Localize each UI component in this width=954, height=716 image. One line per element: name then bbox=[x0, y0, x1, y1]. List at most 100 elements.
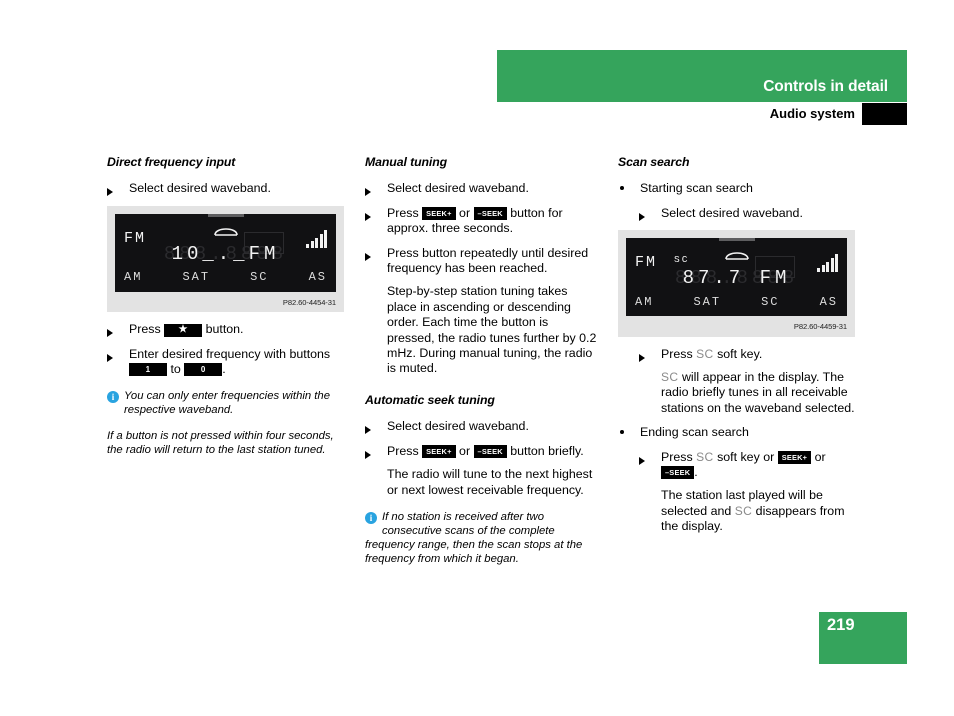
note-no-station-received: i If no station is received after two co… bbox=[365, 510, 597, 566]
seek-plus-key-cap: SEEK+ bbox=[422, 444, 456, 458]
triangle-bullet-icon bbox=[365, 246, 387, 261]
dot-bullet-icon bbox=[618, 181, 640, 196]
seek-minus-key-cap: –SEEK bbox=[473, 444, 507, 458]
column-scan-search: Scan search Starting scan search Select … bbox=[618, 155, 861, 544]
lcd-soft-key-am: AM bbox=[635, 294, 654, 309]
or-label: or bbox=[814, 449, 826, 464]
page-number: 219 bbox=[827, 616, 855, 634]
step-select-waveband: Select desired waveband. bbox=[365, 181, 597, 197]
signal-strength-icon bbox=[817, 252, 838, 273]
heading-automatic-seek-tuning: Automatic seek tuning bbox=[365, 392, 495, 407]
seek-minus-key-cap: –SEEK bbox=[473, 206, 507, 220]
step-text: Enter desired frequency with buttons 1 t… bbox=[129, 347, 347, 378]
soft-key-label: soft key. bbox=[717, 346, 763, 361]
step-enter-frequency: Enter desired frequency with buttons 1 t… bbox=[107, 347, 347, 378]
figure-scan-search-display: FM SC 888.8888 87.7 FM AM SAT SC AS P82.… bbox=[618, 230, 855, 337]
section-header-black-block bbox=[862, 103, 907, 125]
lcd-soft-key-row: AM SAT SC AS bbox=[635, 295, 838, 310]
sc-soft-key-label: SC bbox=[661, 370, 679, 385]
number-key-1-cap: 1 bbox=[129, 363, 167, 377]
lcd-scan-indicator: SC bbox=[674, 254, 690, 266]
signal-strength-icon bbox=[306, 228, 327, 248]
to-label: to bbox=[170, 362, 181, 377]
step-text: Select desired waveband. bbox=[661, 205, 803, 220]
step-press-sc-or-seek: Press SC soft key or SEEK+ or –SEEK. bbox=[639, 450, 861, 481]
bullet-starting-scan-search: Starting scan search bbox=[618, 181, 861, 196]
paragraph-text: will appear in the display. The radio br… bbox=[661, 370, 855, 415]
press-label: Press bbox=[387, 443, 419, 458]
column-direct-frequency-input: Direct frequency input Select desired wa… bbox=[107, 155, 347, 457]
figure-caption: P82.60-4459-31 bbox=[793, 322, 847, 332]
page-number-box: 219 bbox=[819, 612, 907, 664]
step-text: Press button repeatedly until desired fr… bbox=[387, 245, 589, 276]
lcd-soft-key-sc: SC bbox=[250, 270, 269, 285]
step-text: Press SC soft key or SEEK+ or –SEEK. bbox=[661, 450, 861, 481]
or-label: or bbox=[459, 443, 471, 458]
press-label: Press bbox=[387, 205, 419, 220]
info-icon: i bbox=[365, 511, 377, 525]
triangle-bullet-icon bbox=[107, 347, 129, 362]
number-key-0-cap: 0 bbox=[184, 363, 223, 377]
heading-manual-tuning: Manual tuning bbox=[365, 155, 448, 169]
step-press-seek-briefly: Press SEEK+ or –SEEK button briefly. bbox=[365, 444, 597, 459]
period-text: . bbox=[222, 362, 226, 377]
star-key-cap: ★ bbox=[164, 324, 203, 338]
seek-minus-key-cap: –SEEK bbox=[661, 466, 695, 480]
phone-handset-icon bbox=[213, 224, 239, 236]
heading-direct-frequency-input: Direct frequency input bbox=[107, 155, 236, 169]
lcd-soft-key-sat: SAT bbox=[693, 294, 722, 309]
column-manual-tuning: Manual tuning Select desired waveband. P… bbox=[365, 155, 597, 566]
lcd-frequency-value: 87.7 FM bbox=[682, 267, 791, 290]
step-text: Press SEEK+ or –SEEK button briefly. bbox=[387, 444, 597, 459]
chapter-title: Controls in detail bbox=[763, 78, 888, 95]
sc-soft-key-label: SC bbox=[734, 503, 753, 518]
step-text: Select desired waveband. bbox=[387, 181, 529, 196]
lcd-notch bbox=[207, 213, 244, 217]
paragraph-step-tuning-explanation: Step-by-step station tuning takes place … bbox=[387, 284, 597, 376]
info-icon: i bbox=[107, 390, 119, 404]
step-text: Press SEEK+ or –SEEK button for approx. … bbox=[387, 206, 597, 237]
step-select-waveband: Select desired waveband. bbox=[107, 181, 347, 197]
step-select-waveband-auto: Select desired waveband. bbox=[365, 419, 597, 435]
bullet-text: Starting scan search bbox=[640, 181, 753, 196]
press-label: Press bbox=[661, 346, 693, 361]
phone-handset-icon bbox=[724, 248, 750, 261]
figure-direct-frequency-display: FM 888.8888 10_._FM AM SAT SC AS P82.60-… bbox=[107, 205, 344, 313]
triangle-bullet-icon bbox=[639, 206, 661, 221]
step-press-repeatedly: Press button repeatedly until desired fr… bbox=[365, 246, 597, 277]
lcd-soft-key-as: AS bbox=[308, 270, 327, 285]
soft-key-or-label: soft key or bbox=[717, 449, 775, 464]
triangle-bullet-icon bbox=[365, 444, 387, 459]
paragraph-seek-result: The radio will tune to the next highest … bbox=[387, 467, 593, 497]
lcd-soft-key-sc: SC bbox=[761, 294, 780, 309]
press-label: Press bbox=[129, 322, 161, 337]
step-press-star-button: Press ★ button. bbox=[107, 322, 347, 338]
lcd-soft-key-as: AS bbox=[819, 294, 838, 309]
section-title: Audio system bbox=[769, 106, 855, 121]
sc-soft-key-label: SC bbox=[696, 346, 714, 361]
or-label: or bbox=[459, 205, 471, 220]
lcd-waveband-label: FM bbox=[124, 229, 147, 247]
lcd-screen: FM 888.8888 10_._FM AM SAT SC AS bbox=[115, 213, 336, 292]
step-press-seek-three-seconds: Press SEEK+ or –SEEK button for approx. … bbox=[365, 206, 597, 237]
chapter-header-bar: Controls in detail bbox=[497, 50, 907, 102]
note-waveband-restriction: i You can only enter frequencies within … bbox=[107, 389, 347, 417]
lcd-screen: FM SC 888.8888 87.7 FM AM SAT SC AS bbox=[626, 238, 847, 317]
button-label: button. bbox=[205, 322, 244, 337]
step-text: Select desired waveband. bbox=[387, 419, 529, 434]
period-text: . bbox=[694, 465, 698, 480]
paragraph-ending-scan-result: The station last played will be selected… bbox=[661, 488, 861, 534]
figure-caption: P82.60-4454-31 bbox=[282, 297, 336, 307]
lcd-soft-key-am: AM bbox=[124, 270, 143, 285]
heading-scan-search: Scan search bbox=[618, 155, 690, 169]
lcd-waveband-label: FM bbox=[635, 254, 658, 272]
lcd-soft-key-sat: SAT bbox=[182, 270, 211, 285]
bullet-ending-scan-search: Ending scan search bbox=[618, 425, 861, 440]
step-press-sc-soft-key: Press SC soft key. bbox=[639, 347, 861, 362]
triangle-bullet-icon bbox=[107, 322, 129, 338]
note-text: If a button is not pressed within four s… bbox=[107, 430, 334, 457]
triangle-bullet-icon bbox=[107, 181, 129, 197]
sc-soft-key-label: SC bbox=[696, 449, 714, 464]
step-text: Press SC soft key. bbox=[661, 347, 861, 362]
step-text-tail: button briefly. bbox=[510, 443, 584, 458]
